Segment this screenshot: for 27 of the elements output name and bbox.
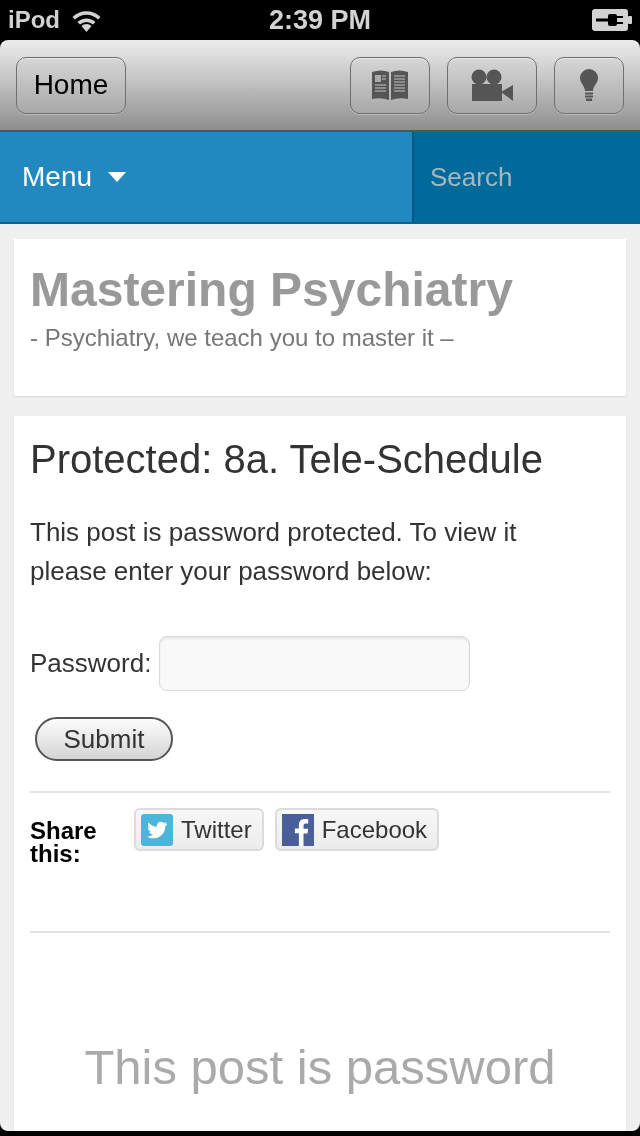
password-field[interactable] — [159, 636, 471, 691]
book-button[interactable] — [350, 56, 430, 114]
light-bulb-icon — [580, 69, 598, 101]
twitter-bird-icon — [141, 813, 173, 846]
idea-button[interactable] — [554, 56, 624, 114]
share-label: Share this: — [30, 816, 98, 865]
home-button[interactable]: Home — [16, 56, 126, 114]
facebook-f-icon — [281, 813, 314, 846]
carrier-name: iPod — [8, 6, 60, 34]
share-button[interactable]: Twitter — [134, 808, 264, 851]
wifi-icon — [70, 8, 103, 32]
search-field[interactable]: Search — [412, 132, 640, 222]
status-time: 2:39 PM — [268, 4, 371, 36]
video-button[interactable] — [447, 56, 537, 114]
caret-down-icon — [108, 172, 127, 182]
password-label: Password: — [30, 648, 152, 679]
site-tagline: - Psychiatry, we teach you to master it – — [30, 325, 455, 351]
movie-camera-icon — [471, 69, 513, 101]
submit-button[interactable]: Submit — [35, 717, 173, 761]
share-button[interactable]: Facebook — [274, 808, 440, 851]
open-book-icon — [371, 69, 409, 101]
protected-message: This post is password protected. To view it please enter your password below: — [30, 516, 518, 588]
menu-button[interactable]: Menu — [0, 132, 412, 222]
battery-charging-icon — [592, 9, 632, 31]
post-title: Protected: 8a. Tele-Schedule — [30, 437, 543, 481]
teaser-text: This post is password — [83, 1039, 557, 1095]
site-title: Mastering Psychiatry — [30, 262, 514, 317]
